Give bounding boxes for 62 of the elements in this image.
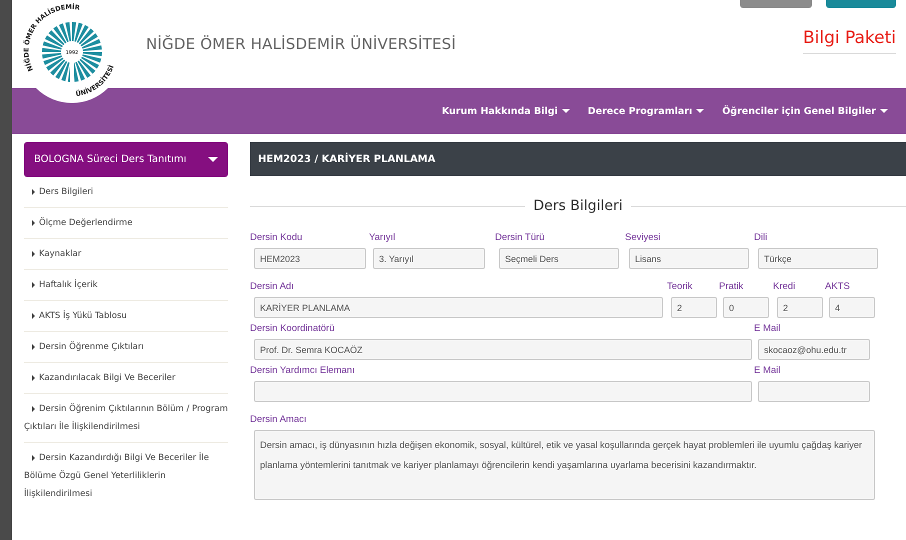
- field-label: Kredi: [773, 281, 796, 292]
- nav-menu-link[interactable]: Kurum Hakkında Bilgi: [442, 106, 570, 116]
- sidebar-link[interactable]: Kaynaklar: [24, 239, 228, 269]
- input-field[interactable]: 4: [829, 297, 875, 318]
- field-label: Teorik: [667, 281, 694, 292]
- sidebar-link[interactable]: Ders Bilgileri: [24, 177, 228, 207]
- field-label: Dersin Amacı: [250, 414, 308, 425]
- input-field[interactable]: Türkçe: [758, 248, 878, 269]
- bullet-icon: [32, 250, 35, 257]
- field-label: Seviyesi: [625, 232, 662, 243]
- university-name: NİĞDE ÖMER HALİSDEMİR ÜNİVERSİTESİ: [146, 35, 456, 53]
- field-label: Yarıyıl: [369, 232, 396, 243]
- bullet-icon: [32, 312, 35, 319]
- caret-icon: [208, 157, 218, 162]
- caret-icon: [880, 109, 888, 113]
- section-title: Ders Bilgileri: [533, 198, 623, 214]
- sidebar-link[interactable]: Ölçme Değerlendirme: [24, 208, 228, 238]
- field-label: AKTS: [825, 281, 851, 292]
- bullet-icon: [32, 220, 35, 226]
- bullet-icon: [32, 282, 35, 288]
- field-label: Dersin Yardımcı Elemanı: [250, 365, 356, 376]
- input-field[interactable]: skocaoz@ohu.edu.tr: [758, 339, 870, 360]
- top-button[interactable]: [740, 0, 812, 8]
- field-label: Pratik: [719, 281, 744, 292]
- input-field[interactable]: 2: [671, 297, 717, 318]
- nav-menu-link[interactable]: Derece Programları: [588, 106, 704, 116]
- input-field[interactable]: KARİYER PLANLAMA: [254, 297, 663, 318]
- caret-icon: [696, 109, 704, 113]
- sidebar-link[interactable]: Dersin Öğrenme Çıktıları: [24, 332, 228, 362]
- field-label: Dersin Koordinatörü: [250, 323, 336, 334]
- text-area[interactable]: Dersin amacı, iş dünyasının hızla değişen ekonomik, sosyal, kültürel, etik ve yasal koşullarında gerçek hayat problemleri ile uyumlu çağdaş kariyer planlama yöntemlerini tanıtmak ve kariyer planlamayı öğrencilerin kendi yaşamlarına uyarlama becerisini kazandırmaktır.: [254, 430, 875, 500]
- input-field[interactable]: HEM2023: [254, 248, 366, 269]
- bullet-icon: [32, 406, 35, 412]
- input-field[interactable]: [758, 381, 870, 402]
- bullet-icon: [32, 374, 35, 381]
- bullet-icon: [32, 454, 35, 461]
- top-button[interactable]: [826, 0, 896, 8]
- sidebar-link[interactable]: Kazandırılacak Bilgi Ve Beceriler: [24, 363, 228, 393]
- field-label: Dersin Adı: [250, 281, 295, 292]
- sidebar-link[interactable]: Dersin Kazandırdığı Bilgi Ve Beceriler İle Bölüme Özgü Genel Yeterliliklerin İlişkilendirilmesi: [24, 443, 228, 509]
- input-field[interactable]: Lisans: [629, 248, 749, 269]
- field-label: E Mail: [754, 323, 782, 334]
- input-field[interactable]: Prof. Dr. Semra KOCAÖZ: [254, 339, 752, 360]
- page-title: Bilgi Paketi: [802, 28, 896, 54]
- input-field[interactable]: 0: [723, 297, 769, 318]
- sidebar-link[interactable]: Haftalık İçerik: [24, 270, 228, 300]
- sidebar-dropdown[interactable]: BOLOGNA Süreci Ders Tanıtımı: [24, 142, 228, 177]
- nav-menu-link[interactable]: Öğrenciler için Genel Bilgiler: [722, 106, 888, 116]
- bullet-icon: [32, 344, 35, 350]
- input-field[interactable]: 2: [777, 297, 823, 318]
- sidebar-link[interactable]: AKTS İş Yükü Tablosu: [24, 301, 228, 331]
- field-label: Dersin Kodu: [250, 232, 304, 243]
- caret-icon: [562, 109, 570, 113]
- sidebar-link[interactable]: Dersin Öğrenim Çıktılarının Bölüm / Program Çıktıları İle İlişkilendirilmesi: [24, 394, 228, 442]
- field-label: E Mail: [754, 365, 782, 376]
- input-field[interactable]: [254, 381, 752, 402]
- input-field[interactable]: 3. Yarıyıl: [373, 248, 485, 269]
- input-field[interactable]: Seçmeli Ders: [499, 248, 619, 269]
- bullet-icon: [32, 188, 35, 195]
- field-label: Dersin Türü: [495, 232, 546, 243]
- field-label: Dili: [754, 232, 768, 243]
- course-title-bar: HEM2023 / KARİYER PLANLAMA: [250, 142, 906, 176]
